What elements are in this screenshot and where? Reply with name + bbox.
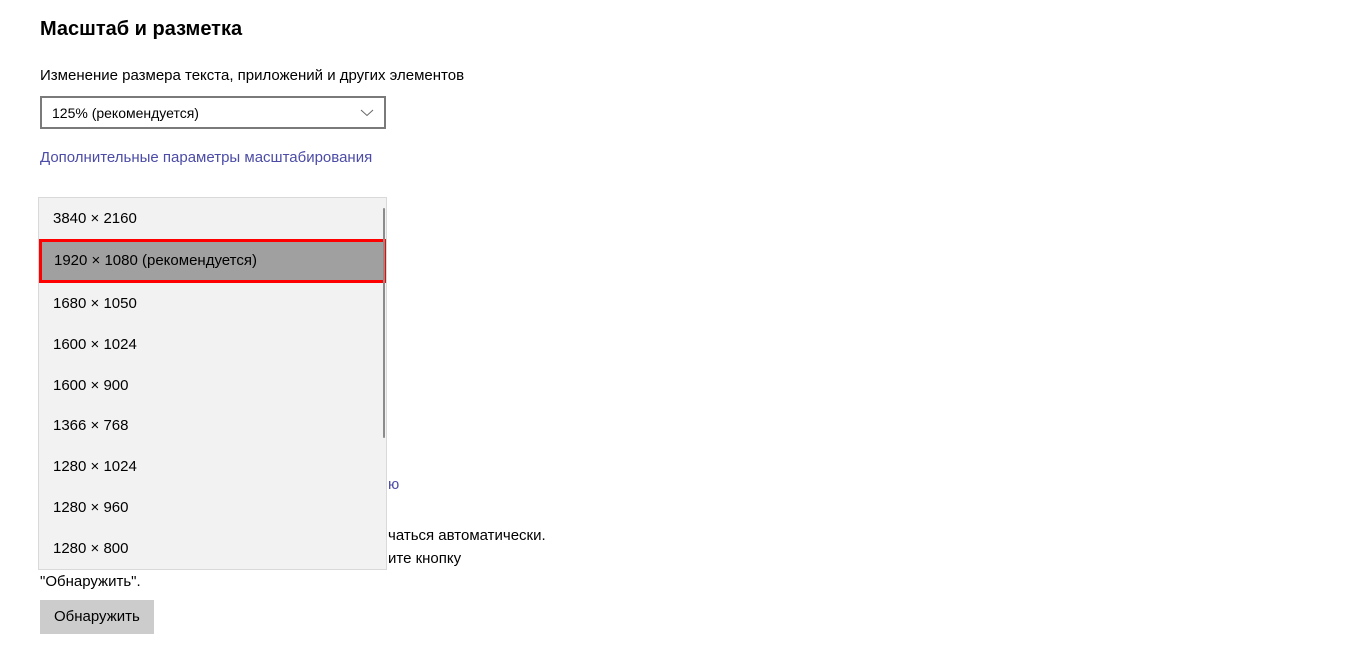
resolution-option[interactable]: 1366 × 768 [39, 405, 386, 446]
resolution-listbox[interactable]: 3840 × 21601920 × 1080 (рекомендуется)16… [38, 197, 387, 570]
section-heading: Масштаб и разметка [40, 18, 1345, 41]
scale-dropdown[interactable]: 125% (рекомендуется) [40, 96, 386, 129]
resolution-option[interactable]: 1600 × 1024 [39, 324, 386, 365]
chevron-down-icon [360, 109, 374, 117]
description-line-3: "Обнаружить". [40, 573, 141, 590]
resolution-option[interactable]: 1280 × 800 [39, 528, 386, 569]
description-line-1: чаться автоматически. [388, 527, 546, 544]
resolution-option[interactable]: 1600 × 900 [39, 365, 386, 406]
resolution-option[interactable]: 1920 × 1080 (рекомендуется) [39, 239, 386, 283]
resolution-option[interactable]: 3840 × 2160 [39, 198, 386, 239]
detect-button[interactable]: Обнаружить [40, 600, 154, 634]
resolution-option[interactable]: 1680 × 1050 [39, 283, 386, 324]
scale-label: Изменение размера текста, приложений и д… [40, 67, 1345, 84]
advanced-scaling-link[interactable]: Дополнительные параметры масштабирования [40, 149, 372, 166]
description-line-2: ите кнопку [388, 550, 461, 567]
scale-dropdown-value: 125% (рекомендуется) [52, 105, 199, 121]
listbox-scrollbar[interactable] [383, 208, 385, 438]
advanced-display-link-fragment[interactable]: ю [388, 476, 399, 493]
resolution-option[interactable]: 1280 × 960 [39, 487, 386, 528]
resolution-option[interactable]: 1280 × 1024 [39, 446, 386, 487]
